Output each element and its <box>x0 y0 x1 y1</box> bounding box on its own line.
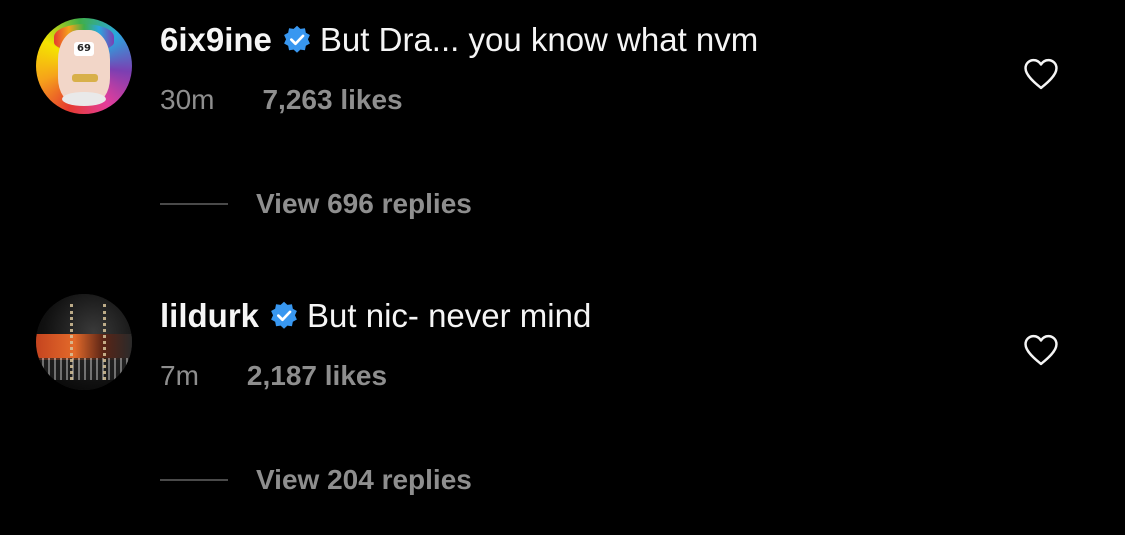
view-replies-button[interactable]: View 696 replies <box>160 188 472 220</box>
verified-badge-icon <box>271 301 297 329</box>
avatar-badge-text: 69 <box>74 42 94 56</box>
replies-divider <box>160 203 228 205</box>
comment-meta: 7m 2,187 likes <box>160 360 387 392</box>
heart-outline-icon[interactable] <box>1022 57 1060 91</box>
comment-text: But Dra... you know what nvm <box>319 21 759 58</box>
username[interactable]: 6ix9ine <box>160 21 272 59</box>
comment-text: But nic- never mind <box>307 297 592 334</box>
verified-badge-icon <box>284 25 310 53</box>
avatar-chain <box>62 92 106 106</box>
comment-meta: 30m 7,263 likes <box>160 84 403 116</box>
avatar-mouth <box>72 74 98 82</box>
comments-list: 69 6ix9ine But Dra... you know what nvm … <box>0 0 1125 535</box>
comment-time: 7m <box>160 360 199 391</box>
view-replies-button[interactable]: View 204 replies <box>160 464 472 496</box>
comment-line: 6ix9ine But Dra... you know what nvm <box>160 20 758 60</box>
username[interactable]: lildurk <box>160 297 259 335</box>
heart-outline-icon[interactable] <box>1022 333 1060 367</box>
avatar[interactable]: 69 <box>36 18 132 114</box>
replies-divider <box>160 479 228 481</box>
comment-time: 30m <box>160 84 215 115</box>
avatar[interactable] <box>36 294 132 390</box>
avatar-chains <box>70 304 106 380</box>
view-replies-label: View 204 replies <box>256 464 472 495</box>
comment-line: lildurk But nic- never mind <box>160 296 591 336</box>
comment-likes[interactable]: 2,187 likes <box>247 360 387 392</box>
comment-likes[interactable]: 7,263 likes <box>262 84 402 116</box>
view-replies-label: View 696 replies <box>256 188 472 219</box>
